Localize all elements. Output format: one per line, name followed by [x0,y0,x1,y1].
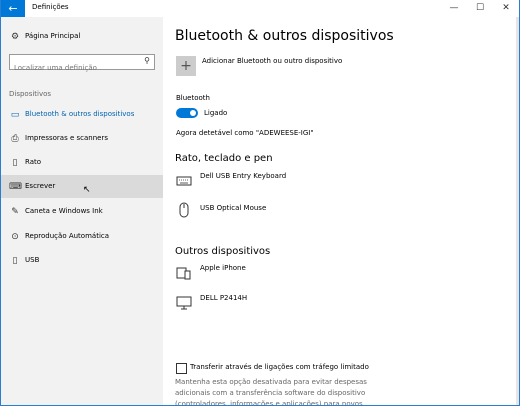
device-monitor-name[interactable]: DELL P2414H [200,294,247,302]
back-button[interactable]: ← [1,0,25,17]
section-input-devices: Rato, teclado e pen [175,153,273,164]
sidebar-item-label: Reprodução Automática [25,232,110,240]
sidebar-item-label: Impressoras e scanners [25,134,108,142]
usb-icon: ▯ [12,256,18,266]
pen-icon: ✎ [11,207,19,217]
sidebar-item-home[interactable]: ⚙ Página Principal [1,25,163,48]
device-mouse-name[interactable]: USB Optical Mouse [200,204,266,212]
discoverable-text: Agora detetável como "ADEWEESE-IGI" [176,129,314,137]
sidebar-item-mouse[interactable]: ▯ Rato [1,151,163,174]
sidebar-home-label: Página Principal [25,32,81,40]
minimize-button[interactable]: — [441,0,467,17]
monitor-icon [176,295,192,311]
window-title: Definições [32,3,69,11]
sidebar-item-printers[interactable]: ⎙ Impressoras e scanners [1,127,163,150]
sidebar: ⚙ Página Principal ⚲ Dispositivos ▭ Blue… [1,17,163,405]
sidebar-item-label: Caneta e Windows Ink [25,207,103,215]
keyboard-icon: ⌨ [9,182,22,192]
page-title: Bluetooth & outros dispositivos [175,28,394,44]
arrow-left-icon: ← [8,2,18,15]
bluetooth-devices-icon: ▭ [10,110,20,120]
device-iphone-name[interactable]: Apple iPhone [200,264,246,272]
sidebar-item-label: Bluetooth & outros dispositivos [25,110,135,118]
bluetooth-state: Ligado [204,109,228,117]
sidebar-item-pen[interactable]: ✎ Caneta e Windows Ink [1,200,163,223]
gear-icon: ⚙ [10,32,20,42]
phone-icon [176,265,192,281]
search-icon[interactable]: ⚲ [144,56,150,65]
metered-description: Mantenha esta opção desativada para evit… [175,378,367,406]
mouse-icon [176,202,192,218]
sidebar-item-typing[interactable]: ⌨ Escrever ↖ [1,175,163,198]
mouse-icon: ▯ [12,158,18,168]
sidebar-item-label: Escrever [25,182,56,190]
sidebar-item-label: USB [25,256,40,264]
metered-label[interactable]: Transferir através de ligações com tráfe… [190,363,369,371]
toggle-knob [190,110,196,116]
add-device-label[interactable]: Adicionar Bluetooth ou outro dispositivo [202,57,342,65]
sidebar-item-bluetooth[interactable]: ▭ Bluetooth & outros dispositivos [1,103,163,126]
autoplay-icon: ⊙ [11,232,19,242]
bluetooth-toggle[interactable] [176,108,198,118]
sidebar-item-autoplay[interactable]: ⊙ Reprodução Automática [1,225,163,248]
search-input[interactable] [10,61,138,75]
printer-icon: ⎙ [11,134,19,144]
settings-window: ← Definições — ☐ ✕ ⚙ Página Principal ⚲ … [0,0,520,406]
close-button[interactable]: ✕ [493,0,519,17]
keyboard-icon [176,173,192,189]
main-content: Bluetooth & outros dispositivos + Adicio… [163,17,519,405]
sidebar-item-usb[interactable]: ▯ USB [1,249,163,272]
sidebar-item-label: Rato [25,158,42,166]
scrollbar[interactable] [516,17,519,405]
search-box: ⚲ [9,54,155,75]
add-device-button[interactable]: + [176,56,196,76]
metered-checkbox[interactable] [176,363,187,374]
title-bar: ← Definições — ☐ ✕ [1,0,519,17]
device-keyboard-name[interactable]: Dell USB Entry Keyboard [200,172,286,180]
section-other-devices: Outros dispositivos [175,246,271,257]
section-label: Dispositivos [9,90,52,98]
bluetooth-label: Bluetooth [176,94,210,102]
maximize-button[interactable]: ☐ [467,0,493,17]
cursor-icon: ↖ [83,185,91,195]
plus-icon: + [180,58,192,74]
